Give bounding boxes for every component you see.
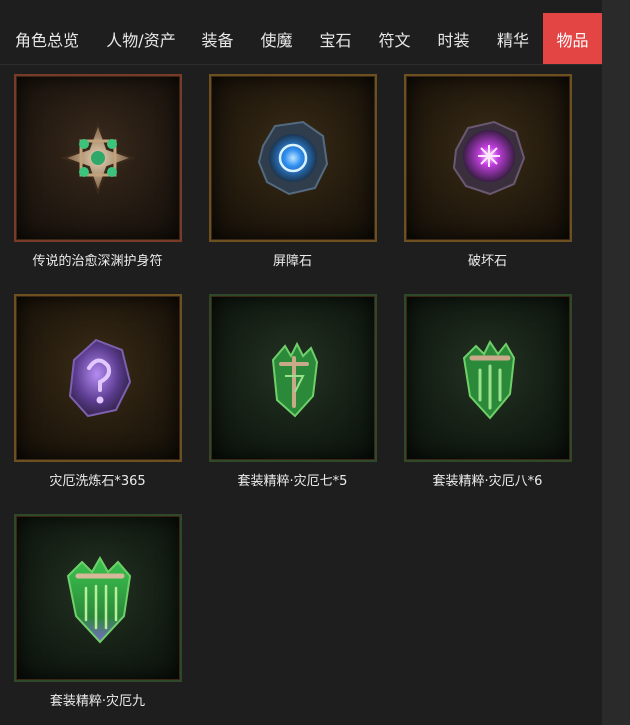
item-slot[interactable]: 传说的治愈深渊护身符	[0, 64, 195, 269]
item-frame	[209, 294, 377, 462]
item-name: 套装精粹·灾厄八*6	[432, 474, 543, 489]
tab-familiar[interactable]: 使魔	[247, 13, 306, 64]
item-frame	[14, 514, 182, 682]
item-slot[interactable]: 屏障石	[195, 64, 390, 269]
item-slot[interactable]: 套装精粹·灾厄七*5	[195, 284, 390, 489]
tab-cosmetics[interactable]: 时装	[424, 13, 483, 64]
item-slot[interactable]: 套装精粹·灾厄八*6	[390, 284, 585, 489]
item-name: 套装精粹·灾厄七*5	[237, 474, 348, 489]
item-frame	[404, 294, 572, 462]
item-slot[interactable]: 破坏石	[390, 64, 585, 269]
item-name: 灾厄洗炼石*365	[49, 474, 146, 489]
item-slot[interactable]: 灾厄洗炼石*365	[0, 284, 195, 489]
item-frame	[404, 74, 572, 242]
set-essence-8-icon	[462, 340, 516, 420]
tab-character-assets[interactable]: 人物/资产	[94, 13, 188, 64]
item-frame	[14, 74, 182, 242]
tab-equipment[interactable]: 装备	[188, 13, 247, 64]
item-slot[interactable]: 套装精粹·灾厄九	[0, 504, 195, 709]
tab-overview[interactable]: 角色总览	[0, 13, 94, 64]
item-name: 套装精粹·灾厄九	[49, 694, 146, 709]
tab-gems[interactable]: 宝石	[306, 13, 365, 64]
set-essence-9-icon	[66, 555, 132, 644]
purple-stone-icon	[452, 120, 526, 196]
item-name: 破坏石	[467, 254, 507, 269]
item-name: 屏障石	[272, 254, 312, 269]
set-essence-7-icon	[271, 341, 319, 418]
tab-essence[interactable]: 精华	[483, 13, 543, 64]
blue-stone-icon	[257, 120, 329, 196]
category-tabs: 角色总览 人物/资产 装备 使魔 宝石 符文 时装 精华 物品	[0, 13, 602, 64]
purple-rune-stone-icon	[68, 338, 132, 418]
tab-items[interactable]: 物品	[543, 13, 602, 64]
item-frame	[209, 74, 377, 242]
amulet-icon	[61, 121, 135, 195]
scrollbar-track[interactable]	[602, 0, 630, 725]
item-name: 传说的治愈深渊护身符	[32, 254, 163, 269]
item-frame	[14, 294, 182, 462]
tab-runes[interactable]: 符文	[365, 13, 424, 64]
